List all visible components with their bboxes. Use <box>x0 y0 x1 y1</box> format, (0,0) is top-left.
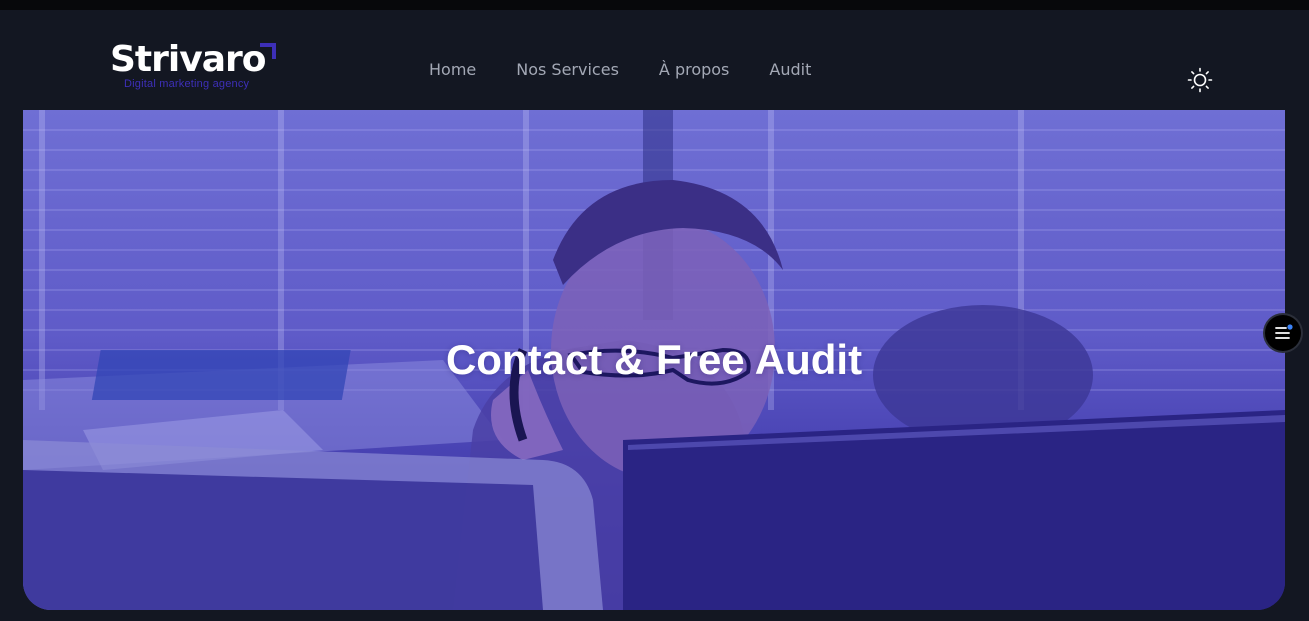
main-nav: Home Nos Services À propos Audit <box>429 58 811 82</box>
site-header: Strivaro Digital marketing agency Home N… <box>0 10 1309 110</box>
nav-item-about[interactable]: À propos <box>659 58 729 82</box>
hero-banner: Contact & Free Audit <box>23 110 1285 610</box>
brand-logo[interactable]: Strivaro Digital marketing agency <box>108 40 283 96</box>
brand-tagline: Digital marketing agency <box>124 78 250 90</box>
theme-toggle-button[interactable] <box>1187 67 1213 93</box>
menu-lines-icon <box>1275 324 1293 339</box>
brand-name: Strivaro <box>110 39 266 80</box>
top-strip <box>0 0 1309 10</box>
notification-dot-icon <box>1287 324 1293 330</box>
nav-item-audit[interactable]: Audit <box>769 58 811 82</box>
nav-item-home[interactable]: Home <box>429 58 476 82</box>
sun-icon <box>1187 67 1213 93</box>
hero-title: Contact & Free Audit <box>445 336 863 383</box>
floating-menu-button[interactable] <box>1265 315 1301 351</box>
logo-corner-mark-icon <box>260 43 276 59</box>
nav-item-services[interactable]: Nos Services <box>516 58 619 82</box>
